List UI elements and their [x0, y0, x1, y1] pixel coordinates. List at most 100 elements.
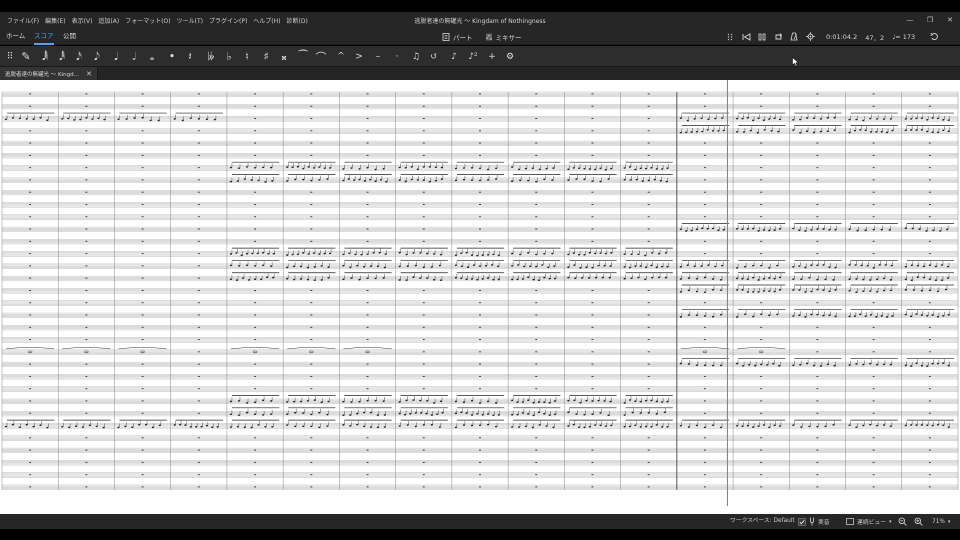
view-mode-dropdown[interactable]: 連続ビュー ▾ [846, 514, 892, 529]
note-head [478, 179, 482, 182]
menu-item[interactable]: ヘルプ(H) [250, 16, 283, 25]
score-sheet[interactable] [0, 80, 960, 514]
zoom-out-button[interactable] [898, 514, 907, 529]
measure-rest [310, 130, 313, 132]
measure-rest [254, 216, 257, 218]
document-tab[interactable]: 逃脱者達の無罐光 〜 Kingd... ✕ [0, 67, 98, 80]
staccato-icon[interactable]: · [389, 46, 405, 67]
measure-rest [816, 486, 819, 488]
voice-icon[interactable]: ♪ [446, 46, 462, 67]
measure-rest [29, 375, 32, 377]
mixer-button[interactable]: ミキサー [485, 32, 522, 42]
note-head [567, 179, 570, 181]
measure-rest [535, 228, 538, 230]
customize-icon[interactable]: ⚙ [502, 46, 518, 67]
menu-item[interactable]: 編集(E) [42, 16, 68, 25]
minimize-button[interactable]: — [900, 12, 920, 28]
eighth-note-icon[interactable]: 𝅘𝅥𝅮 [89, 46, 105, 67]
zoom-in-button[interactable] [914, 514, 923, 529]
grip-icon[interactable]: ⠿ [2, 46, 18, 67]
metronome-button[interactable] [786, 28, 802, 45]
note-head [270, 400, 273, 402]
note-head [695, 130, 699, 133]
measure-rest [197, 314, 200, 316]
thirty-second-note-icon[interactable]: 𝅘𝅥𝅱 [54, 46, 70, 67]
workspace-label[interactable]: ワークスペース: Default [730, 514, 795, 529]
double-sharp-icon[interactable]: 𝄪 [276, 46, 292, 67]
menu-item[interactable]: プラグイン(P) [206, 16, 250, 25]
double-flat-icon[interactable]: 𝄫 [203, 46, 219, 67]
note-head [757, 291, 760, 293]
add-icon[interactable]: + [484, 46, 500, 67]
tab-home[interactable]: ホーム [6, 28, 25, 45]
accent-icon[interactable]: > [351, 46, 367, 67]
note-head [414, 425, 417, 428]
note-head [524, 167, 527, 170]
measure-rest [816, 326, 819, 328]
whole-note-icon[interactable]: 𝅝 [144, 46, 160, 67]
sixty-fourth-note-icon[interactable]: 𝅘𝅥𝅲 [37, 46, 53, 67]
measure-rest [760, 449, 763, 451]
close-tab-icon[interactable]: ✕ [84, 70, 94, 78]
maximize-button[interactable]: ❐ [920, 12, 940, 28]
note-head [904, 364, 907, 367]
measure-rest [141, 474, 144, 476]
menu-item[interactable]: 表示(V) [69, 16, 96, 25]
menu-item[interactable]: フォーマット(O) [122, 16, 173, 25]
parts-button[interactable]: パート [442, 32, 473, 42]
menu-item[interactable]: ツール(T) [174, 16, 206, 25]
note-head [822, 264, 825, 266]
concert-pitch-toggle[interactable]: 実音 [798, 514, 830, 529]
note-head [904, 289, 907, 291]
rewind-button[interactable] [738, 28, 754, 45]
tie-icon[interactable]: ⁀ [295, 46, 311, 67]
play-pause-button[interactable] [754, 28, 770, 45]
augmentation-dot-icon[interactable]: • [164, 46, 180, 67]
measure-rest [479, 363, 481, 365]
note-head [623, 277, 626, 280]
playback-settings-button[interactable] [802, 28, 818, 45]
score-canvas[interactable] [0, 80, 960, 514]
measure-rest [141, 363, 144, 365]
measure-rest [29, 216, 32, 218]
note-head [404, 166, 407, 169]
note-head [103, 118, 106, 121]
flip-icon[interactable]: ↺ [426, 46, 442, 67]
pencil-icon[interactable]: ✎ [18, 46, 34, 67]
tab-publish[interactable]: 公開 [63, 28, 76, 45]
tenuto-icon[interactable]: – [370, 46, 386, 67]
note-head [585, 266, 588, 269]
beam-icon[interactable]: ♫ [408, 46, 424, 67]
undo-button[interactable] [926, 28, 942, 45]
slur-icon[interactable]: ⌒ [313, 46, 329, 67]
quarter-note-icon[interactable]: 𝅘𝅥 [108, 46, 124, 67]
tab-score[interactable]: スコア [34, 28, 54, 45]
note-head [342, 264, 345, 267]
half-note-icon[interactable]: 𝅗𝅥 [126, 46, 142, 67]
marcato-icon[interactable]: ^ [333, 46, 349, 67]
natural-icon[interactable]: ♮ [239, 46, 255, 67]
sharp-icon[interactable]: ♯ [258, 46, 274, 67]
note-head [247, 279, 251, 281]
menu-item[interactable]: 診断(D) [284, 16, 311, 25]
note-head [158, 424, 161, 427]
note-head [741, 425, 744, 428]
note-head [762, 424, 765, 426]
playback-grip[interactable] [722, 28, 738, 45]
view-mode-label: 連続ビュー [857, 520, 886, 526]
close-window-button[interactable]: ✕ [940, 12, 960, 28]
measure-rest [141, 191, 144, 193]
measure-rest [310, 216, 313, 218]
note-head [398, 279, 401, 281]
zoom-dropdown[interactable]: 71% ▾ [932, 514, 950, 529]
tuplet-icon[interactable]: ♪² [465, 46, 481, 67]
note-head [741, 277, 744, 280]
rest-icon[interactable]: 𝄽 [182, 46, 198, 67]
loop-button[interactable] [770, 28, 786, 45]
sixteenth-note-icon[interactable]: 𝅘𝅥𝅯 [71, 46, 87, 67]
flat-icon[interactable]: ♭ [221, 46, 237, 67]
menu-item[interactable]: ファイル(F) [4, 16, 42, 25]
note-head [496, 265, 500, 268]
menu-item[interactable]: 追加(A) [95, 16, 122, 25]
note-head [711, 278, 715, 280]
